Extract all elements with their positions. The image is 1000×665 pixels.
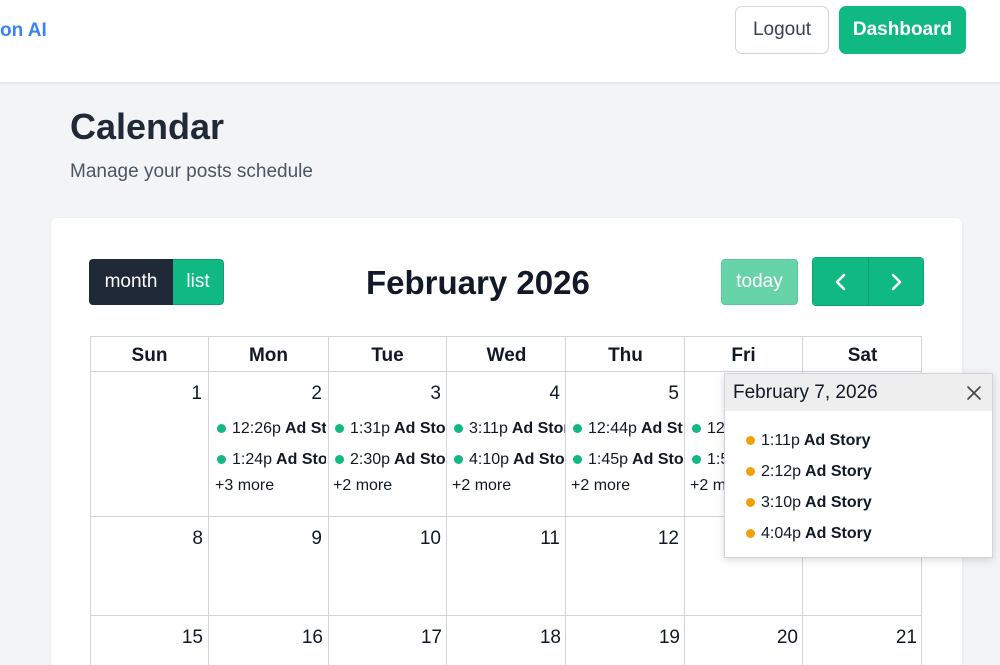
calendar-event[interactable]: 1:45pAd Story [571, 444, 683, 475]
event-dot-icon [217, 455, 226, 464]
grid-col-line [565, 336, 566, 665]
day-number[interactable]: 17 [330, 627, 442, 649]
day-events-fri: 12 1:5 +2 m [690, 413, 724, 497]
day-events-tue: 1:31pAd Story 2:30pAd Story +2 more [333, 413, 446, 497]
event-dot-icon [217, 424, 226, 433]
event-dot-icon [746, 498, 755, 507]
month-navigation [812, 257, 924, 306]
day-number[interactable]: 3 [329, 383, 441, 405]
day-number[interactable]: 9 [210, 528, 322, 550]
chevron-right-icon [891, 273, 902, 290]
day-number[interactable]: 18 [449, 627, 561, 649]
more-events-link[interactable]: +2 more [571, 475, 683, 497]
dow-sun: Sun [131, 345, 168, 366]
event-dot-icon [573, 424, 582, 433]
event-dot-icon [335, 424, 344, 433]
event-dot-icon [335, 455, 344, 464]
more-events-link[interactable]: +2 m [690, 475, 724, 497]
day-number[interactable]: 2 [210, 383, 322, 405]
today-button[interactable]: today [721, 259, 798, 305]
day-number[interactable]: 19 [568, 627, 680, 649]
brand-logo[interactable]: on AI [0, 20, 47, 42]
day-events-wed: 3:11pAd Story 4:10pAd Story +2 more [452, 413, 565, 497]
popover-event[interactable]: 1:11p Ad Story [744, 425, 992, 456]
event-dot-icon [692, 424, 701, 433]
popover-event[interactable]: 3:10p Ad Story [744, 487, 992, 518]
dow-thu: Thu [608, 345, 643, 366]
chevron-left-icon [835, 273, 845, 290]
calendar-event[interactable]: 1:31pAd Story [333, 413, 446, 444]
day-number[interactable]: 12 [567, 528, 679, 550]
dow-wed: Wed [486, 345, 527, 366]
calendar-title: February 2026 [366, 264, 590, 301]
day-number[interactable]: 16 [211, 627, 323, 649]
event-dot-icon [454, 424, 463, 433]
day-events-thu: 12:44pAd Story 1:45pAd Story +2 more [571, 413, 683, 497]
day-number[interactable]: 5 [567, 383, 679, 405]
calendar-event[interactable]: 1:24pAd Story [215, 444, 326, 475]
grid-col-line [446, 336, 447, 665]
popover-header: February 7, 2026 [725, 374, 992, 411]
calendar-event[interactable]: 2:30pAd Story [333, 444, 446, 475]
event-dot-icon [692, 455, 701, 464]
event-dot-icon [746, 467, 755, 476]
calendar-event[interactable]: 4:10pAd Story [452, 444, 565, 475]
calendar-event[interactable]: 12:44pAd Story [571, 413, 683, 444]
grid-border-top [90, 336, 922, 337]
dow-fri: Fri [731, 345, 756, 366]
day-number[interactable]: 11 [448, 528, 560, 550]
month-view-button[interactable]: month [89, 259, 173, 305]
day-number[interactable]: 21 [805, 627, 917, 649]
top-navbar: on AI Logout Dashboard [0, 0, 1000, 83]
popover-title: February 7, 2026 [733, 381, 878, 403]
grid-week-divider [90, 615, 922, 616]
more-events-link[interactable]: +3 more [215, 475, 326, 497]
dow-tue: Tue [371, 345, 404, 366]
day-number[interactable]: 1 [90, 383, 202, 405]
page-subtitle: Manage your posts schedule [70, 161, 313, 182]
more-events-link[interactable]: +2 more [452, 475, 565, 497]
event-dot-icon [454, 455, 463, 464]
next-month-button[interactable] [868, 258, 923, 305]
grid-col-line [208, 336, 209, 665]
popover-body: 1:11p Ad Story 2:12p Ad Story 3:10p Ad Stor… [725, 411, 992, 549]
popover-event[interactable]: 2:12p Ad Story [744, 456, 992, 487]
prev-month-button[interactable] [813, 258, 868, 305]
grid-header-divider [90, 371, 922, 372]
close-icon[interactable] [964, 383, 984, 403]
event-dot-icon [746, 436, 755, 445]
event-dot-icon [746, 529, 755, 538]
dow-mon: Mon [248, 345, 289, 366]
calendar-event[interactable]: 12 [690, 413, 724, 444]
day-number[interactable]: 8 [91, 528, 203, 550]
more-events-link[interactable]: +2 more [333, 475, 446, 497]
popover-event[interactable]: 4:04p Ad Story [744, 518, 992, 549]
view-switcher: month list [89, 259, 224, 305]
list-view-button[interactable]: list [173, 259, 224, 305]
calendar-event[interactable]: 1:5 [690, 444, 724, 475]
calendar-event[interactable]: 12:26pAd Story [215, 413, 326, 444]
page-title: Calendar [70, 106, 225, 147]
event-dot-icon [573, 455, 582, 464]
day-number[interactable]: 10 [329, 528, 441, 550]
dow-sat: Sat [847, 345, 878, 366]
dashboard-button[interactable]: Dashboard [839, 6, 966, 54]
logout-button[interactable]: Logout [735, 6, 829, 54]
grid-col-line [684, 336, 685, 665]
day-events-popover: February 7, 2026 1:11p Ad Story 2:12p Ad S… [724, 373, 993, 558]
day-number[interactable]: 4 [448, 383, 560, 405]
day-number[interactable]: 15 [91, 627, 203, 649]
day-events-mon: 12:26pAd Story 1:24pAd Story +3 more [215, 413, 326, 497]
calendar-event[interactable]: 3:11pAd Story [452, 413, 565, 444]
day-number[interactable]: 20 [686, 627, 798, 649]
